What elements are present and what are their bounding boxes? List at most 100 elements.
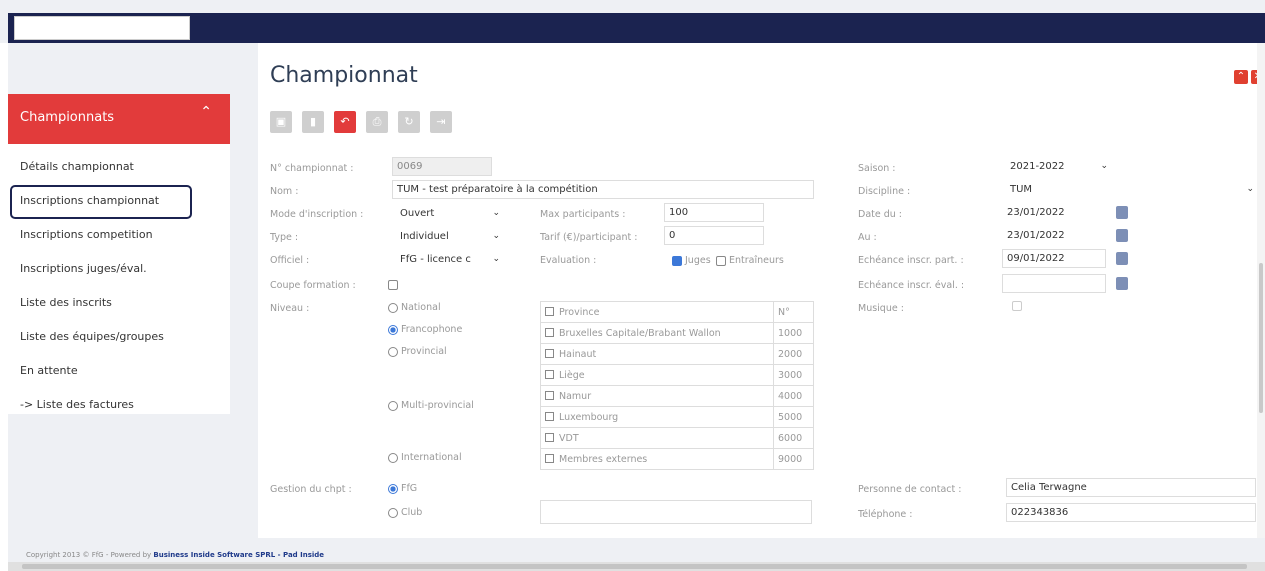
niveau-radio-international[interactable] — [388, 453, 398, 463]
ech-eval-label: Echéance inscr. éval. : — [858, 280, 965, 291]
juges-checkbox[interactable] — [672, 256, 682, 266]
province-name: Hainaut — [559, 348, 597, 360]
date-du-label: Date du : — [858, 209, 902, 220]
sidebar-item-liste-inscrits[interactable]: Liste des inscrits — [8, 286, 230, 320]
province-name: Luxembourg — [559, 411, 619, 423]
num-label: N° championnat : — [270, 163, 354, 174]
footer-copyright: Copyright 2013 © FfG - Powered by — [26, 551, 152, 559]
contact-field[interactable]: Celia Terwagne — [1006, 478, 1256, 497]
niveau-radio-provincial[interactable] — [388, 347, 398, 357]
province-cell: Bruxelles Capitale/Brabant Wallon — [540, 322, 774, 344]
calendar-icon[interactable] — [1116, 206, 1128, 219]
row-checkbox[interactable] — [545, 390, 554, 400]
ech-part-field[interactable]: 09/01/2022 — [1002, 249, 1106, 268]
sidebar-item-liste-factures[interactable]: -> Liste des factures — [8, 388, 230, 422]
type-value: Individuel — [400, 231, 449, 242]
main-panel: Championnat ⌃ ✕ ▣ ▮ ↶ ⎙ ↻ ⇥ N° championn… — [258, 43, 1265, 538]
mode-select[interactable]: Ouvert ⌄ — [396, 204, 502, 223]
tarif-field[interactable]: 0 — [664, 226, 764, 245]
province-header-label: Province — [559, 306, 600, 318]
row-checkbox[interactable] — [545, 369, 554, 379]
province-num: 1000 — [773, 322, 814, 344]
musique-checkbox[interactable] — [1012, 301, 1022, 311]
saison-select[interactable]: 2021-2022 ⌄ — [1006, 157, 1110, 176]
province-name: Namur — [559, 390, 592, 402]
horizontal-scrollbar[interactable] — [8, 562, 1265, 571]
calendar-icon[interactable] — [1116, 252, 1128, 265]
sidebar-item-inscriptions-championnat[interactable]: Inscriptions championnat — [8, 184, 230, 219]
row-checkbox[interactable] — [545, 453, 554, 463]
table-header-row: Province N° — [540, 301, 814, 323]
province-num: 6000 — [773, 427, 814, 449]
musique-label: Musique : — [858, 303, 904, 314]
province-num: 3000 — [773, 364, 814, 386]
sidebar-item-inscriptions-competition[interactable]: Inscriptions competition — [8, 218, 230, 252]
collapse-icon[interactable]: ⌃ — [1234, 70, 1248, 84]
left-margin — [0, 43, 8, 571]
discipline-select[interactable]: TUM ⌄ — [1006, 180, 1256, 199]
sidebar-item-en-attente[interactable]: En attente — [8, 354, 230, 388]
chevron-up-icon[interactable]: ⌃ — [200, 104, 212, 120]
province-num: 9000 — [773, 448, 814, 470]
undo-icon[interactable]: ↶ — [334, 111, 356, 133]
save-icon[interactable]: ▣ — [270, 111, 292, 133]
province-cell: Luxembourg — [540, 406, 774, 428]
table-row: Hainaut 2000 — [540, 343, 814, 365]
vertical-scrollbar[interactable] — [1257, 43, 1265, 538]
scroll-thumb[interactable] — [1259, 263, 1263, 413]
gestion-radio-club[interactable] — [388, 508, 398, 518]
ech-eval-field[interactable] — [1002, 274, 1106, 293]
row-checkbox[interactable] — [545, 348, 554, 358]
niveau-radio-francophone[interactable] — [388, 325, 398, 335]
juges-label: Juges — [685, 255, 711, 266]
entraineurs-checkbox[interactable] — [716, 256, 726, 266]
row-checkbox[interactable] — [545, 411, 554, 421]
calendar-icon[interactable] — [1116, 229, 1128, 242]
coupe-checkbox[interactable] — [388, 280, 398, 290]
sidebar-header[interactable]: Championnats ⌃ — [8, 94, 230, 144]
officiel-label: Officiel : — [270, 255, 310, 266]
sidebar-item-inscriptions-juges[interactable]: Inscriptions juges/éval. — [8, 252, 230, 286]
province-name: Liège — [559, 369, 585, 381]
type-select[interactable]: Individuel ⌄ — [396, 227, 502, 246]
province-cell: VDT — [540, 427, 774, 449]
niveau-international-label: International — [401, 452, 462, 463]
nom-field[interactable]: TUM - test préparatoire à la compétition — [392, 180, 814, 199]
gestion-radio-ffg[interactable] — [388, 484, 398, 494]
row-checkbox[interactable] — [545, 432, 554, 442]
hscroll-thumb[interactable] — [22, 564, 1247, 569]
mode-label: Mode d'inscription : — [270, 209, 364, 220]
calendar-icon[interactable] — [1116, 277, 1128, 290]
type-label: Type : — [270, 232, 299, 243]
province-num: 5000 — [773, 406, 814, 428]
niveau-radio-national[interactable] — [388, 303, 398, 313]
officiel-value: FfG - licence c — [400, 254, 471, 265]
au-field[interactable]: 23/01/2022 — [1002, 226, 1106, 245]
niveau-radio-multi[interactable] — [388, 401, 398, 411]
date-du-field[interactable]: 23/01/2022 — [1002, 203, 1106, 222]
sidebar-item-liste-equipes[interactable]: Liste des équipes/groupes — [8, 320, 230, 354]
exit-icon[interactable]: ⇥ — [430, 111, 452, 133]
row-checkbox[interactable] — [545, 327, 554, 337]
sidebar-item-details[interactable]: Détails championnat — [8, 150, 230, 184]
table-row: Membres externes 9000 — [540, 448, 814, 470]
officiel-select[interactable]: FfG - licence c ⌄ — [396, 250, 502, 269]
refresh-icon[interactable]: ↻ — [398, 111, 420, 133]
delete-icon[interactable]: ▮ — [302, 111, 324, 133]
entraineurs-label: Entraîneurs — [729, 255, 784, 266]
table-row: Namur 4000 — [540, 385, 814, 407]
print-icon[interactable]: ⎙ — [366, 111, 388, 133]
sidebar: Championnats ⌃ Détails championnat Inscr… — [8, 94, 230, 414]
footer-company-link[interactable]: Business Inside Software SPRL - Pad Insi… — [153, 551, 324, 559]
top-search-input[interactable] — [14, 16, 190, 40]
contact-label: Personne de contact : — [858, 484, 962, 495]
niveau-national-label: National — [401, 302, 441, 313]
club-field[interactable] — [540, 500, 812, 524]
table-row: Luxembourg 5000 — [540, 406, 814, 428]
chevron-down-icon: ⌄ — [492, 208, 500, 218]
select-all-checkbox[interactable] — [545, 306, 554, 316]
table-row: VDT 6000 — [540, 427, 814, 449]
sidebar-header-label: Championnats — [20, 110, 115, 125]
telephone-field[interactable]: 022343836 — [1006, 503, 1256, 522]
max-field[interactable]: 100 — [664, 203, 764, 222]
